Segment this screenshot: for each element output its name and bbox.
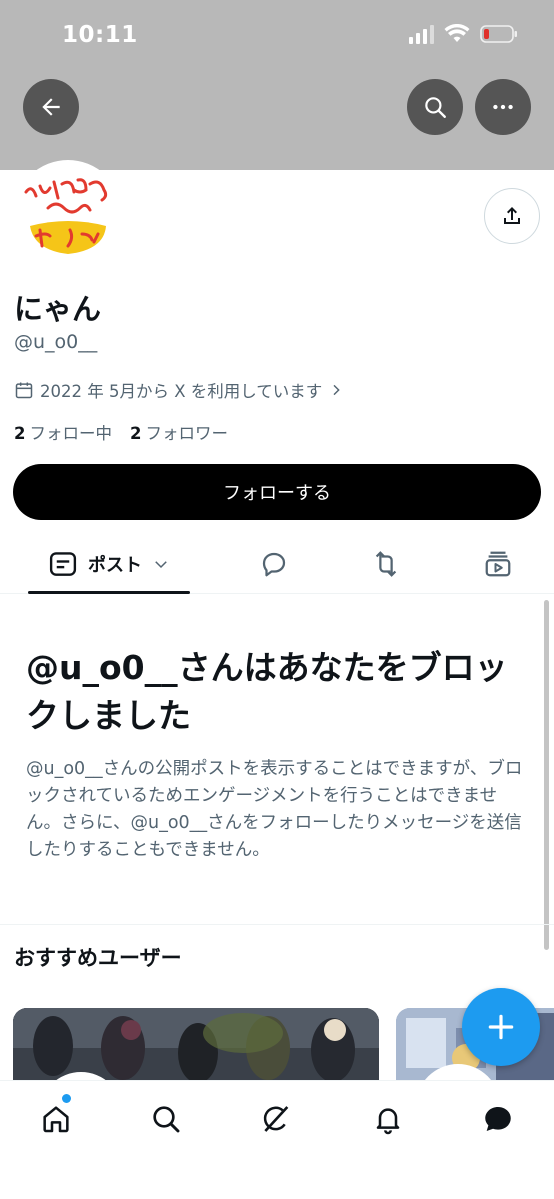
following-link[interactable]: 2 フォロー中 <box>14 420 112 444</box>
bottom-navigation <box>0 1080 554 1199</box>
blocked-title: @u_o0__さんはあなたをブロックしました <box>26 648 508 735</box>
nav-notifications[interactable] <box>366 1097 410 1141</box>
share-button[interactable] <box>484 188 540 244</box>
followers-link[interactable]: 2 フォロワー <box>130 420 228 444</box>
active-tab-indicator <box>28 591 190 594</box>
search-button[interactable] <box>407 79 463 135</box>
nav-home[interactable] <box>34 1097 78 1141</box>
recommended-users-title: おすすめユーザー <box>14 946 182 970</box>
arrow-left-icon <box>42 98 60 116</box>
notifications-icon <box>376 1108 400 1135</box>
search-icon <box>153 1106 180 1133</box>
section-divider <box>0 924 554 925</box>
following-count: 2 <box>14 424 26 443</box>
home-icon <box>43 1106 69 1133</box>
grok-icon <box>263 1106 289 1132</box>
chevron-right-icon <box>333 384 340 396</box>
follow-button[interactable]: フォローする <box>13 464 541 520</box>
avatar[interactable] <box>14 160 122 268</box>
wifi-icon <box>444 24 470 44</box>
display-name: にゃん <box>14 292 102 326</box>
following-label: フォロー中 <box>29 424 112 443</box>
media-icon <box>485 551 511 577</box>
nav-search[interactable] <box>144 1097 188 1141</box>
joined-text: 2022 年 5月から X を利用しています <box>40 382 323 401</box>
signal-icon <box>409 24 434 44</box>
back-button[interactable] <box>23 79 79 135</box>
handle: @u_o0__ <box>14 331 98 353</box>
repost-icon <box>375 551 397 577</box>
chevron-down-icon <box>155 561 167 569</box>
battery-low-icon <box>480 24 518 44</box>
plus-icon <box>488 1014 514 1040</box>
share-icon <box>504 207 520 224</box>
tab-reposts[interactable] <box>358 534 414 594</box>
replies-icon <box>262 552 286 577</box>
nav-grok[interactable] <box>254 1097 298 1141</box>
more-button[interactable] <box>475 79 531 135</box>
tab-media[interactable] <box>470 534 526 594</box>
avatar-illustration <box>18 164 118 264</box>
follow-stats: 2 フォロー中 2 フォロワー <box>14 420 228 444</box>
status-icons <box>409 24 518 44</box>
followers-label: フォロワー <box>145 424 228 443</box>
followers-count: 2 <box>129 424 142 443</box>
calendar-icon <box>15 382 33 399</box>
messages-icon <box>485 1106 511 1132</box>
tab-posts[interactable]: ポスト <box>28 534 190 594</box>
scrollbar[interactable] <box>544 600 549 950</box>
nav-messages[interactable] <box>476 1097 520 1141</box>
profile-tabs: ポスト <box>0 534 554 594</box>
status-time: 10:11 <box>62 22 138 48</box>
more-horizontal-icon <box>493 104 513 110</box>
search-icon <box>425 97 446 118</box>
tab-posts-label: ポスト <box>88 555 142 576</box>
joined-date[interactable]: 2022 年 5月から X を利用しています <box>14 378 344 402</box>
home-notification-dot <box>62 1094 71 1103</box>
tab-replies[interactable] <box>246 534 302 594</box>
blocked-description: @u_o0__さんの公開ポストを表示することはできますが、ブロックされているため… <box>26 759 523 860</box>
compose-post-button[interactable] <box>462 988 540 1066</box>
posts-icon <box>49 552 77 576</box>
